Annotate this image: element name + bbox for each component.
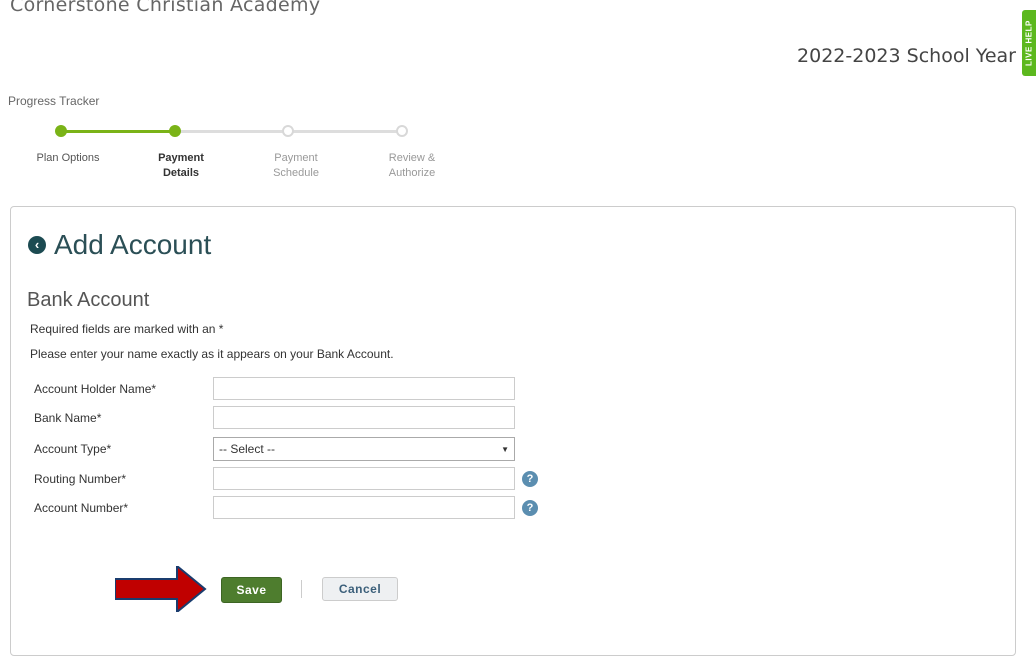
tracker-dot-plan-options bbox=[55, 125, 67, 137]
chevron-down-icon: ▼ bbox=[501, 444, 509, 454]
account-number-input[interactable] bbox=[213, 496, 515, 519]
bank-name-label: Bank Name* bbox=[34, 411, 102, 425]
step-label-review-authorize: Review & Authorize bbox=[357, 151, 467, 181]
step-label-line1: Payment bbox=[158, 152, 204, 164]
step-label-plan-options: Plan Options bbox=[13, 151, 123, 166]
step-label-line1: Plan Options bbox=[36, 152, 100, 164]
live-help-tab[interactable]: LIVE HELP bbox=[1022, 10, 1036, 76]
account-holder-input[interactable] bbox=[213, 377, 515, 400]
page-title: ‹ Add Account bbox=[28, 229, 211, 261]
save-button[interactable]: Save bbox=[221, 577, 282, 603]
routing-number-label: Routing Number* bbox=[34, 472, 127, 486]
button-divider bbox=[301, 580, 302, 598]
account-type-select[interactable]: -- Select -- ▼ bbox=[213, 437, 515, 461]
tracker-line-2 bbox=[176, 130, 288, 133]
school-year: 2022-2023 School Year bbox=[797, 45, 1016, 67]
tracker-line-3 bbox=[288, 130, 402, 133]
progress-tracker-title: Progress Tracker bbox=[8, 94, 100, 108]
routing-number-input[interactable] bbox=[213, 467, 515, 490]
account-holder-label: Account Holder Name* bbox=[34, 382, 157, 396]
step-label-line2: Schedule bbox=[273, 167, 319, 179]
account-number-label: Account Number* bbox=[34, 501, 129, 515]
tracker-dot-payment-schedule bbox=[282, 125, 294, 137]
step-label-payment-schedule: Payment Schedule bbox=[241, 151, 351, 181]
chevron-left-circle-icon[interactable]: ‹ bbox=[28, 236, 46, 254]
account-type-selected: -- Select -- bbox=[219, 442, 276, 456]
account-help-icon[interactable]: ? bbox=[522, 500, 538, 516]
step-label-payment-details: Payment Details bbox=[126, 151, 236, 181]
required-note: Required fields are marked with an * bbox=[30, 322, 224, 336]
account-type-label: Account Type* bbox=[34, 442, 112, 456]
school-name: Cornerstone Christian Academy bbox=[10, 0, 321, 16]
page-title-text: Add Account bbox=[54, 229, 212, 260]
bank-name-input[interactable] bbox=[213, 406, 515, 429]
cancel-button[interactable]: Cancel bbox=[322, 577, 398, 601]
tracker-dot-payment-details bbox=[169, 125, 181, 137]
tracker-line-1 bbox=[62, 130, 176, 133]
name-note: Please enter your name exactly as it app… bbox=[30, 347, 394, 361]
step-label-line2: Details bbox=[162, 167, 200, 179]
step-label-line2: Authorize bbox=[388, 167, 436, 179]
annotation-arrow-icon bbox=[115, 566, 207, 612]
step-label-line1: Payment bbox=[274, 152, 318, 164]
tracker-dot-review-authorize bbox=[396, 125, 408, 137]
section-title: Bank Account bbox=[27, 289, 150, 311]
step-label-line1: Review & bbox=[388, 152, 436, 164]
routing-help-icon[interactable]: ? bbox=[522, 471, 538, 487]
